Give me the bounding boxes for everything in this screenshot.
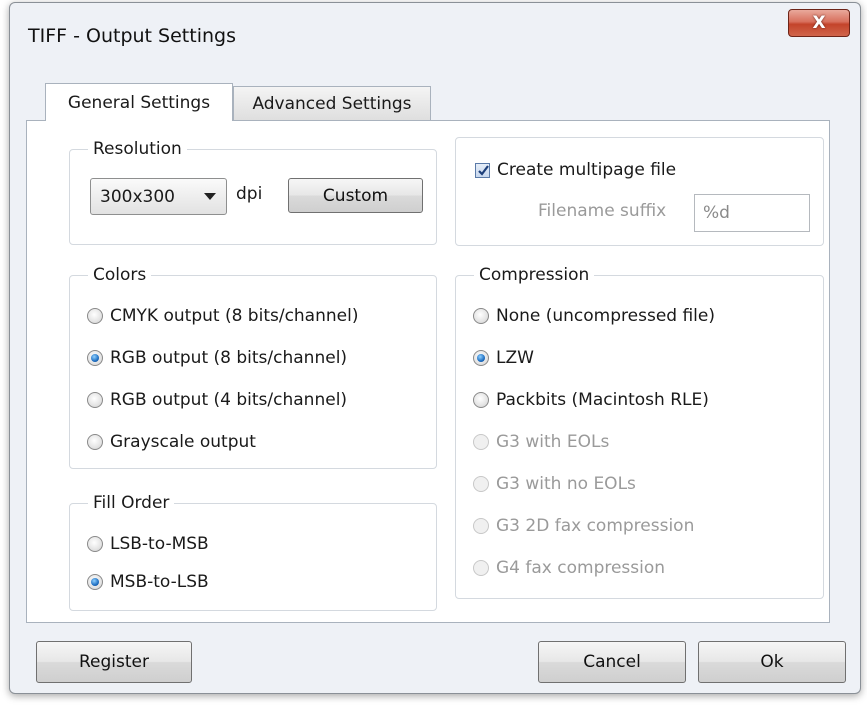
radio-button[interactable]: [87, 350, 103, 366]
resolution-dropdown[interactable]: 300x300: [90, 178, 227, 215]
color-option-label: CMYK output (8 bits/channel): [110, 306, 359, 326]
radio-button[interactable]: [87, 574, 103, 590]
fill-order-group: Fill Order LSB-to-MSB MSB-to-LSB: [69, 492, 437, 611]
color-option-label: Grayscale output: [110, 432, 256, 452]
compression-option-g4: G4 fax compression: [473, 558, 665, 578]
compression-option-label: LZW: [496, 348, 534, 368]
fill-order-option-label: MSB-to-LSB: [110, 572, 209, 592]
multipage-group: Create multipage file Filename suffix %d: [455, 137, 824, 246]
fill-order-legend: Fill Order: [88, 492, 175, 514]
compression-option-label: G3 with no EOLs: [496, 474, 636, 494]
chevron-down-icon: [204, 193, 216, 200]
radio-button: [473, 560, 489, 576]
resolution-selected-value: 300x300: [100, 186, 175, 207]
custom-resolution-button[interactable]: Custom: [288, 178, 423, 213]
radio-button[interactable]: [87, 308, 103, 324]
radio-button[interactable]: [87, 392, 103, 408]
compression-option-g3-no-eol: G3 with no EOLs: [473, 474, 636, 494]
radio-button: [473, 518, 489, 534]
radio-button: [473, 476, 489, 492]
colors-legend: Colors: [88, 264, 152, 286]
resolution-legend: Resolution: [88, 138, 187, 160]
dpi-unit-label: dpi: [236, 184, 263, 204]
compression-option-label: Packbits (Macintosh RLE): [496, 390, 709, 410]
create-multipage-checkbox-row[interactable]: Create multipage file: [475, 160, 676, 180]
compression-option-label: G4 fax compression: [496, 558, 666, 578]
resolution-group: Resolution 300x300 dpi Custom: [69, 138, 437, 245]
fill-order-option-label: LSB-to-MSB: [110, 534, 209, 554]
compression-option-g3-eol: G3 with EOLs: [473, 432, 609, 452]
radio-button[interactable]: [87, 434, 103, 450]
register-button[interactable]: Register: [36, 641, 192, 683]
fill-order-option-msb[interactable]: MSB-to-LSB: [87, 572, 209, 592]
color-option-grayscale[interactable]: Grayscale output: [87, 432, 256, 452]
radio-button[interactable]: [87, 536, 103, 552]
radio-button[interactable]: [473, 392, 489, 408]
close-icon: X: [812, 13, 826, 33]
check-icon: [478, 164, 489, 176]
compression-option-none[interactable]: None (uncompressed file): [473, 306, 715, 326]
color-option-rgb4[interactable]: RGB output (4 bits/channel): [87, 390, 347, 410]
compression-group: Compression None (uncompressed file) LZW…: [455, 264, 824, 599]
radio-button[interactable]: [473, 350, 489, 366]
tab-panel-general: Resolution 300x300 dpi Custom Create mul…: [26, 120, 830, 623]
tab-advanced-settings[interactable]: Advanced Settings: [233, 86, 431, 121]
compression-option-label: G3 with EOLs: [496, 432, 610, 452]
close-button[interactable]: X: [788, 9, 850, 37]
color-option-label: RGB output (8 bits/channel): [110, 348, 348, 368]
compression-legend: Compression: [474, 264, 595, 286]
ok-button[interactable]: Ok: [698, 641, 846, 683]
tab-general-settings[interactable]: General Settings: [45, 83, 233, 121]
compression-option-label: G3 2D fax compression: [496, 516, 695, 536]
compression-option-lzw[interactable]: LZW: [473, 348, 534, 368]
colors-group: Colors CMYK output (8 bits/channel) RGB …: [69, 264, 437, 469]
compression-option-label: None (uncompressed file): [496, 306, 715, 326]
compression-option-packbits[interactable]: Packbits (Macintosh RLE): [473, 390, 709, 410]
color-option-label: RGB output (4 bits/channel): [110, 390, 348, 410]
title-bar: TIFF - Output Settings X: [10, 3, 860, 63]
radio-button[interactable]: [473, 308, 489, 324]
create-multipage-label: Create multipage file: [497, 160, 677, 180]
create-multipage-checkbox[interactable]: [475, 162, 490, 178]
color-option-rgb8[interactable]: RGB output (8 bits/channel): [87, 348, 347, 368]
radio-button: [473, 434, 489, 450]
compression-option-g3-2d: G3 2D fax compression: [473, 516, 694, 536]
color-option-cmyk[interactable]: CMYK output (8 bits/channel): [87, 306, 358, 326]
filename-suffix-label: Filename suffix: [538, 201, 667, 221]
fill-order-option-lsb[interactable]: LSB-to-MSB: [87, 534, 209, 554]
window-title: TIFF - Output Settings: [28, 25, 236, 47]
cancel-button[interactable]: Cancel: [538, 641, 686, 683]
filename-suffix-input[interactable]: %d: [694, 194, 810, 232]
